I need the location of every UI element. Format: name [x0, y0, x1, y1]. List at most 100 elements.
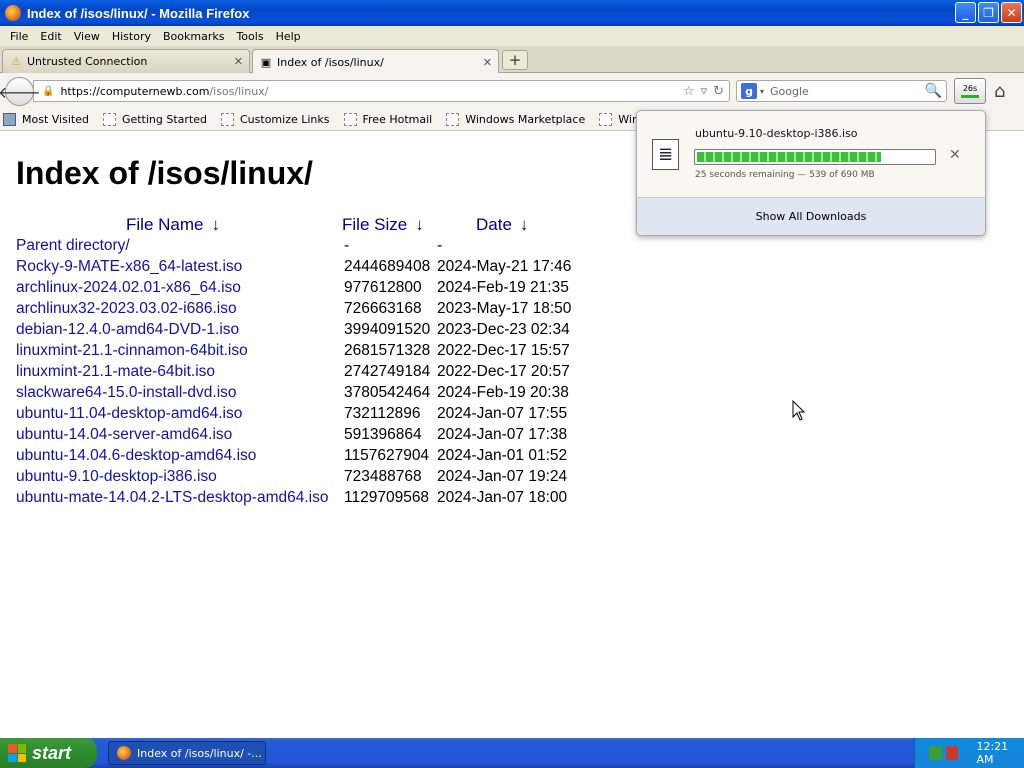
search-bar[interactable]: g ▾ Google 🔍 [736, 80, 947, 102]
table-row: archlinux-2024.02.01-x86_64.iso 977612800… [16, 279, 569, 300]
bookmark-icon [446, 113, 460, 126]
file-link[interactable]: Rocky-9-MATE-x86_64-latest.iso [16, 258, 242, 275]
tab-untrusted-connection[interactable]: ⚠ Untrusted Connection ✕ [2, 49, 250, 73]
file-date: 2023-May-17 18:50 [437, 300, 572, 317]
table-row: ubuntu-14.04-server-amd64.iso 591396864 20… [16, 426, 567, 447]
file-size: 2742749184 [344, 363, 431, 380]
warning-icon: ⚠ [11, 55, 21, 68]
menu-help[interactable]: Help [270, 30, 307, 43]
file-link[interactable]: ubuntu-11.04-desktop-amd64.iso [16, 405, 242, 422]
header-file-name[interactable]: File Name ↓ [126, 215, 220, 235]
file-size: 591396864 [344, 426, 422, 443]
file-date: 2024-Feb-19 20:38 [437, 384, 569, 401]
menu-history[interactable]: History [106, 30, 157, 43]
bookmark-most-visited[interactable]: Most Visited [3, 113, 89, 126]
window-title: Index of /isos/linux/ - Mozilla Firefox [27, 5, 250, 21]
file-link[interactable]: linuxmint-21.1-cinnamon-64bit.iso [16, 342, 248, 359]
star-icon[interactable]: ☆ [683, 84, 695, 99]
header-date[interactable]: Date ↓ [476, 215, 528, 235]
table-row: ubuntu-14.04.6-desktop-amd64.iso 11576279… [16, 447, 567, 468]
table-row: slackware64-15.0-install-dvd.iso 37805424… [16, 384, 569, 405]
file-link[interactable]: archlinux-2024.02.01-x86_64.iso [16, 279, 241, 296]
file-date: 2023-Dec-23 02:34 [437, 321, 570, 338]
download-progress-bar [694, 149, 936, 165]
bookmark-customize-links[interactable]: Customize Links [221, 113, 330, 126]
menu-tools[interactable]: Tools [230, 30, 269, 43]
clock: 12:21 AM [976, 740, 1009, 766]
bookmark-getting-started[interactable]: Getting Started [102, 113, 207, 126]
table-row: ubuntu-11.04-desktop-amd64.iso 732112896 2… [16, 405, 567, 426]
file-link[interactable]: ubuntu-14.04-server-amd64.iso [16, 426, 232, 443]
google-icon[interactable]: g [741, 83, 757, 99]
file-link[interactable]: Parent directory/ [16, 237, 130, 254]
navigation-bar: 🔒 https://computernewb.com/isos/linux/ ☆… [0, 73, 1024, 109]
home-icon[interactable]: ⌂ [994, 81, 1005, 102]
network-icon[interactable] [929, 746, 942, 760]
file-size: 723488768 [344, 468, 422, 485]
url-bar[interactable]: 🔒 https://computernewb.com/isos/linux/ ☆… [33, 80, 730, 102]
download-time-label: 26s [962, 84, 978, 93]
menu-view[interactable]: View [68, 30, 106, 43]
start-button[interactable]: start [0, 738, 97, 768]
reload-icon[interactable]: ↻ [713, 84, 724, 99]
table-row: ubuntu-mate-14.04.2-LTS-desktop-amd64.is… [16, 489, 567, 510]
table-row: Rocky-9-MATE-x86_64-latest.iso 2444689408… [16, 258, 571, 279]
close-window-button[interactable]: ✕ [1001, 2, 1022, 23]
file-link[interactable]: debian-12.4.0-amd64-DVD-1.iso [16, 321, 239, 338]
history-dropdown-icon[interactable]: ▿ [701, 84, 708, 99]
window-controls: _ ❐ ✕ [955, 2, 1022, 23]
file-link[interactable]: ubuntu-9.10-desktop-i386.iso [16, 468, 217, 485]
minimize-button[interactable]: _ [955, 2, 976, 23]
file-link[interactable]: linuxmint-21.1-mate-64bit.iso [16, 363, 215, 380]
header-file-size[interactable]: File Size ↓ [342, 215, 424, 235]
new-tab-button[interactable]: + [502, 50, 528, 70]
show-all-downloads-button[interactable]: Show All Downloads [637, 197, 985, 235]
bookmark-icon [343, 113, 357, 126]
file-link[interactable]: slackware64-15.0-install-dvd.iso [16, 384, 237, 401]
search-engine-dropdown-icon[interactable]: ▾ [760, 87, 764, 96]
tab-close-icon[interactable]: ✕ [483, 56, 492, 69]
menu-file[interactable]: File [4, 30, 34, 43]
file-size: 977612800 [344, 279, 422, 296]
table-row: linuxmint-21.1-cinnamon-64bit.iso 2681571… [16, 342, 570, 363]
window-titlebar: Index of /isos/linux/ - Mozilla Firefox … [0, 0, 1024, 26]
download-filename: ubuntu-9.10-desktop-i386.iso [695, 127, 858, 140]
file-size: 1157627904 [344, 447, 430, 464]
tab-close-icon[interactable]: ✕ [234, 55, 243, 68]
sort-arrow-icon: ↓ [211, 215, 220, 234]
search-input[interactable]: Google [770, 85, 809, 98]
file-link[interactable]: archlinux32-2023.03.02-i686.iso [16, 300, 237, 317]
file-size: 3780542464 [344, 384, 431, 401]
firefox-icon [117, 746, 131, 760]
taskbar-firefox-window[interactable]: Index of /isos/linux/ -... [108, 741, 266, 765]
tab-label: Untrusted Connection [27, 55, 148, 68]
file-icon: ≣ [652, 139, 679, 170]
file-size: 2681571328 [344, 342, 431, 359]
menu-bookmarks[interactable]: Bookmarks [157, 30, 230, 43]
url-bar-icons: ☆ ▿ ↻ [683, 84, 724, 99]
magnifier-icon[interactable]: 🔍 [925, 83, 942, 99]
downloads-button[interactable]: 26s [954, 78, 986, 104]
maximize-button[interactable]: ❐ [978, 2, 999, 23]
back-button[interactable]: 🡐 [0, 77, 41, 106]
tab-label: Index of /isos/linux/ [277, 55, 384, 69]
file-date: 2024-Jan-07 17:38 [437, 426, 568, 443]
menu-edit[interactable]: Edit [34, 30, 67, 43]
security-shield-icon[interactable] [945, 746, 959, 760]
table-row: archlinux32-2023.03.02-i686.iso 726663168… [16, 300, 571, 321]
file-size: 1129709568 [344, 489, 430, 506]
sort-arrow-icon: ↓ [415, 215, 424, 234]
cancel-download-icon[interactable]: ✕ [949, 147, 961, 163]
file-date: 2024-Feb-19 21:35 [437, 279, 569, 296]
file-link[interactable]: ubuntu-mate-14.04.2-LTS-desktop-amd64.is… [16, 489, 328, 506]
back-arrow-icon: 🡐 [0, 82, 41, 102]
lock-icon: 🔒 [42, 85, 55, 97]
bookmark-windows-marketplace[interactable]: Windows Marketplace [446, 113, 585, 126]
mouse-cursor-icon [792, 400, 806, 421]
taskbar-window-label: Index of /isos/linux/ -... [137, 746, 262, 760]
bookmark-icon [599, 113, 613, 126]
file-link[interactable]: ubuntu-14.04.6-desktop-amd64.iso [16, 447, 256, 464]
tab-index-of-isos-linux[interactable]: ▣ Index of /isos/linux/ ✕ [252, 49, 499, 74]
bookmark-icon [102, 113, 116, 126]
bookmark-free-hotmail[interactable]: Free Hotmail [343, 113, 432, 126]
